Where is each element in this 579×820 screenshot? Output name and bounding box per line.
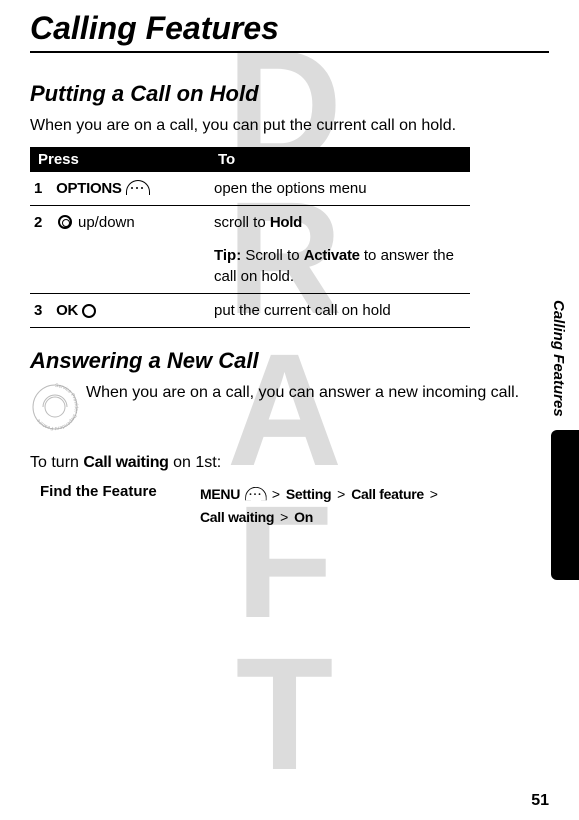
center-key-icon [82,304,96,318]
updown-label: up/down [78,212,135,233]
step-number: 3 [34,300,52,321]
table-header-press: Press [30,147,210,172]
step-number: 2 [34,212,52,233]
menu-soft-key-icon [245,487,265,503]
instruction-table: Press To 1 OPTIONS open the options menu [30,147,470,328]
table-row: 3 OK put the current call on hold [30,293,470,327]
table-header-to: To [210,147,470,172]
svg-text:Service Provider Dependent Fea: Service Provider Dependent Feature [36,383,79,431]
section-answering-new-call: Answering a New Call [30,348,549,374]
turn-on-text: To turn Call waiting on 1st: [30,452,480,474]
section1-intro: When you are on a call, you can put the … [30,115,480,137]
step-number: 1 [34,178,52,199]
service-provider-dependent-icon: Service Provider Dependent Feature [30,382,80,432]
find-the-feature-block: Find the Feature MENU > Setting > Call f… [30,483,480,528]
section2-intro: When you are on a call, you can answer a… [86,382,536,404]
options-soft-key-icon [126,180,148,198]
row1-to: open the options menu [210,172,470,206]
find-feature-label: Find the Feature [30,483,200,500]
find-feature-path: MENU > Setting > Call feature > Call wai… [200,483,440,528]
row2-tip: Tip: Scroll to Activate to answer the ca… [210,239,470,294]
section-putting-call-on-hold: Putting a Call on Hold [30,81,549,107]
nav-key-icon [58,215,72,229]
table-row: Tip: Scroll to Activate to answer the ca… [30,239,470,294]
options-label: OPTIONS [56,180,121,197]
row3-to: put the current call on hold [210,293,470,327]
page-number: 51 [531,792,549,810]
page-title: Calling Features [30,10,549,53]
ok-label: OK [56,302,78,319]
table-row: 2 up/down scroll to Hold [30,205,470,239]
table-row: 1 OPTIONS open the options menu [30,172,470,206]
row2-to: scroll to Hold [210,205,470,239]
